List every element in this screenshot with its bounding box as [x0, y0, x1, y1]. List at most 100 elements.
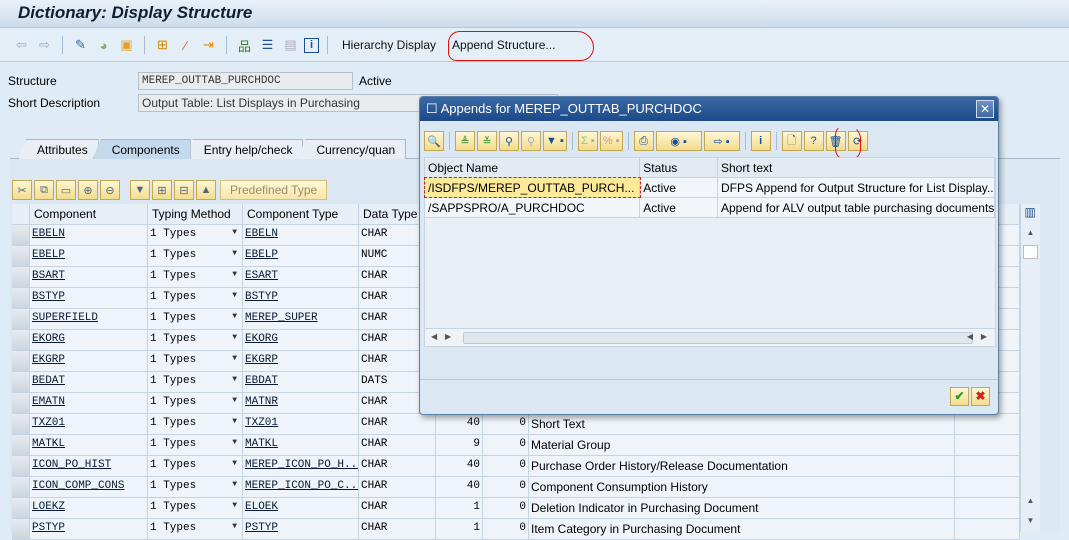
component-link[interactable]: PSTYP: [32, 522, 65, 534]
sort-descending-icon[interactable]: ≚: [477, 131, 497, 151]
dropdown-arrow-icon[interactable]: ▼: [232, 270, 237, 279]
typing-method-cell[interactable]: 1 Types ▼: [148, 477, 243, 497]
dropdown-arrow-icon[interactable]: ▼: [232, 375, 237, 384]
component-type-cell[interactable]: EBELP: [243, 246, 359, 266]
navigate-icon[interactable]: ⇥: [199, 36, 218, 55]
component-link[interactable]: LOEKZ: [32, 501, 65, 513]
component-cell[interactable]: BSART: [30, 267, 148, 287]
tab-currency-quantity[interactable]: Currency/quan: [297, 139, 407, 159]
display-change-icon[interactable]: ✎: [71, 36, 90, 55]
other-object-icon[interactable]: ▣: [117, 36, 136, 55]
component-type-link[interactable]: MEREP_SUPER: [245, 312, 318, 324]
row-selector[interactable]: [12, 414, 30, 434]
component-link[interactable]: EBELN: [32, 228, 65, 240]
component-type-link[interactable]: MATKL: [245, 438, 278, 450]
copy-icon[interactable]: ⧉: [34, 180, 54, 200]
component-link[interactable]: BEDAT: [32, 375, 65, 387]
col-short-text[interactable]: Short text: [718, 158, 995, 177]
dropdown-arrow-icon[interactable]: ▼: [232, 333, 237, 342]
component-type-cell[interactable]: EBDAT: [243, 372, 359, 392]
component-cell[interactable]: SUPERFIELD: [30, 309, 148, 329]
component-cell[interactable]: EKORG: [30, 330, 148, 350]
component-link[interactable]: EKGRP: [32, 354, 65, 366]
component-link[interactable]: BSART: [32, 270, 65, 282]
hierarchy-icon[interactable]: 品: [235, 36, 254, 55]
typing-method-cell[interactable]: 1 Types ▼: [148, 225, 243, 245]
table-row[interactable]: LOEKZ 1 Types ▼ ELOEK CHAR 1 0 Deletion I…: [12, 498, 1020, 519]
component-cell[interactable]: LOEKZ: [30, 498, 148, 518]
typing-method-cell[interactable]: 1 Types ▼: [148, 372, 243, 392]
component-cell[interactable]: EBELN: [30, 225, 148, 245]
row-selector[interactable]: [12, 498, 30, 518]
find-icon[interactable]: ⚲: [499, 131, 519, 151]
component-link[interactable]: EBELP: [32, 249, 65, 261]
cancel-button[interactable]: ✖: [971, 387, 990, 406]
activate-icon[interactable]: ◕: [94, 36, 113, 55]
component-cell[interactable]: MATKL: [30, 435, 148, 455]
component-type-link[interactable]: EBELP: [245, 249, 278, 261]
scroll-up-icon[interactable]: ▲: [1021, 224, 1040, 242]
details-icon[interactable]: 🔍: [424, 131, 444, 151]
hierarchy-display-button[interactable]: Hierarchy Display: [336, 38, 442, 52]
row-selector[interactable]: [12, 351, 30, 371]
expand-icon[interactable]: ⊞: [152, 180, 172, 200]
component-link[interactable]: ICON_PO_HIST: [32, 459, 111, 471]
row-selector[interactable]: [12, 309, 30, 329]
cut-icon[interactable]: ✂: [12, 180, 32, 200]
component-link[interactable]: EMATN: [32, 396, 65, 408]
typing-method-cell[interactable]: 1 Types ▼: [148, 267, 243, 287]
row-selector[interactable]: [12, 246, 30, 266]
component-link[interactable]: EKORG: [32, 333, 65, 345]
component-type-link[interactable]: EKORG: [245, 333, 278, 345]
forward-icon[interactable]: ⇨: [35, 36, 54, 55]
dropdown-arrow-icon[interactable]: ▼: [232, 501, 237, 510]
list-icon[interactable]: ▤: [281, 36, 300, 55]
component-cell[interactable]: TXZ01: [30, 414, 148, 434]
sort-ascending-icon[interactable]: ≜: [455, 131, 475, 151]
tab-entry-help-check[interactable]: Entry help/check: [184, 139, 304, 159]
typing-method-cell[interactable]: 1 Types ▼: [148, 435, 243, 455]
scroll-thumb[interactable]: [463, 332, 973, 344]
scroll-right-icon[interactable]: ▶: [981, 332, 987, 341]
paste-icon[interactable]: ▭: [56, 180, 76, 200]
typing-method-cell[interactable]: 1 Types ▼: [148, 246, 243, 266]
component-type-cell[interactable]: EKORG: [243, 330, 359, 350]
vertical-scrollbar[interactable]: ▲ ▲ ▼: [1020, 204, 1040, 532]
scroll-right-icon[interactable]: ▶: [445, 332, 451, 341]
typing-method-cell[interactable]: 1 Types ▼: [148, 351, 243, 371]
component-cell[interactable]: EKGRP: [30, 351, 148, 371]
col-status[interactable]: Status: [640, 158, 718, 177]
typing-method-cell[interactable]: 1 Types ▼: [148, 456, 243, 476]
typing-method-cell[interactable]: 1 Types ▼: [148, 393, 243, 413]
component-type-cell[interactable]: ELOEK: [243, 498, 359, 518]
subtotal-icon[interactable]: % ▪: [599, 131, 623, 151]
column-settings-icon[interactable]: ▥: [1021, 205, 1039, 223]
predefined-type-button[interactable]: Predefined Type: [220, 180, 328, 200]
col-component[interactable]: Component: [30, 204, 148, 224]
table-row[interactable]: ICON_PO_HIST 1 Types ▼ MEREP_ICON_PO_H...…: [12, 456, 1020, 477]
close-icon[interactable]: ✕: [976, 100, 994, 118]
find-next-icon[interactable]: ⚲: [521, 131, 541, 151]
insert-row-icon[interactable]: ⊕: [78, 180, 98, 200]
indent-icon[interactable]: ☰: [258, 36, 277, 55]
tab-components[interactable]: Components: [92, 139, 191, 159]
export-icon[interactable]: ⇨ ▪: [703, 131, 740, 151]
object-name-cell[interactable]: /SAPPSPRO/A_PURCHDOC: [425, 198, 641, 217]
scroll-left-icon[interactable]: ◀: [967, 332, 973, 341]
component-type-link[interactable]: EBDAT: [245, 375, 278, 387]
typing-method-cell[interactable]: 1 Types ▼: [148, 309, 243, 329]
select-all[interactable]: [12, 204, 30, 224]
collapse-icon[interactable]: ⊟: [174, 180, 194, 200]
component-type-link[interactable]: ELOEK: [245, 501, 278, 513]
where-used-icon[interactable]: ⊞: [153, 36, 172, 55]
component-cell[interactable]: BSTYP: [30, 288, 148, 308]
structure-field[interactable]: MEREP_OUTTAB_PURCHDOC: [138, 72, 353, 90]
component-link[interactable]: TXZ01: [32, 417, 65, 429]
scroll-down-icon[interactable]: ▼: [1021, 512, 1040, 530]
component-type-cell[interactable]: TXZ01: [243, 414, 359, 434]
scroll-up-icon[interactable]: ▲: [1021, 492, 1040, 510]
filter-icon[interactable]: ▼ ▪: [543, 131, 567, 151]
component-type-cell[interactable]: MATNR: [243, 393, 359, 413]
dropdown-arrow-icon[interactable]: ▼: [232, 480, 237, 489]
table-row[interactable]: /ISDFPS/MEREP_OUTTAB_PURCH... Active DFP…: [423, 177, 995, 198]
